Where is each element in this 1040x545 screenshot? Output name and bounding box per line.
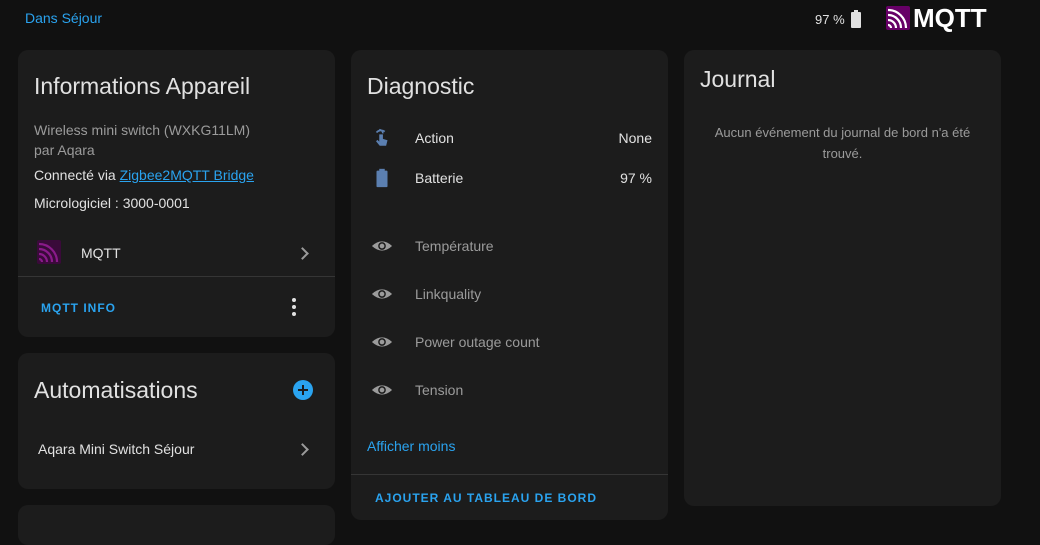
entity-row-linkquality[interactable]: Linkquality [351,279,668,309]
plus-circle-icon[interactable] [293,380,313,400]
diagnostic-card: Diagnostic Action None Batterie 97 % Tem… [351,50,668,520]
mqtt-icon [37,240,61,264]
chevron-right-icon [296,247,309,260]
device-model-name: Wireless mini switch (WXKG11LM) [34,122,250,138]
battery-level-text: 97 % [815,11,845,27]
integration-row-mqtt[interactable]: MQTT [18,230,335,277]
bridge-link[interactable]: Zigbee2MQTT Bridge [120,167,254,183]
mqtt-logo: MQTT [886,4,987,32]
integration-label: MQTT [81,245,121,261]
entity-label: Batterie [415,170,464,186]
connected-via-label: Connecté via [34,167,120,183]
battery-icon [376,168,388,188]
logbook-card: Journal Aucun événement du journal de bo… [684,50,1001,506]
device-info-card: Informations Appareil Wireless mini swit… [18,50,335,337]
entity-label: Tension [415,382,464,398]
entity-row-temperature[interactable]: Température [351,231,668,261]
entity-label: Température [415,238,494,254]
automations-card: Automatisations Aqara Mini Switch Séjour [18,353,335,489]
entity-row-power-outage[interactable]: Power outage count [351,327,668,357]
chevron-right-icon[interactable] [296,443,309,456]
entity-value: 97 % [620,170,652,186]
eye-icon [371,289,393,299]
eye-icon [371,337,393,347]
entity-label: Power outage count [415,334,540,350]
divider [351,474,668,475]
entity-row-tension[interactable]: Tension [351,375,668,405]
dots-vertical-icon[interactable] [292,298,296,316]
show-less-link[interactable]: Afficher moins [367,438,455,454]
battery-icon [850,10,861,28]
automations-title: Automatisations [34,377,198,403]
device-manufacturer: par Aqara [34,142,95,158]
automation-item[interactable]: Aqara Mini Switch Séjour [38,441,194,457]
entity-label: Linkquality [415,286,482,302]
next-card [18,505,335,545]
connected-via: Connecté via Zigbee2MQTT Bridge [34,167,254,183]
entity-value: None [618,130,652,146]
eye-icon [371,241,393,251]
top-bar: Dans Séjour 97 % MQTT [0,0,1040,36]
entity-label: Action [415,130,454,146]
device-model: Wireless mini switch (WXKG11LM) par Aqar… [34,120,250,160]
diagnostic-title: Diagnostic [367,73,475,99]
add-to-dashboard-button[interactable]: AJOUTER AU TABLEAU DE BORD [375,491,597,505]
logbook-title: Journal [700,66,776,92]
logbook-empty-message: Aucun événement du journal de bord n'a é… [714,125,971,161]
eye-icon [371,385,393,395]
entity-row-battery[interactable]: Batterie 97 % [351,163,668,193]
entity-row-action[interactable]: Action None [351,123,668,153]
gesture-tap-icon [375,128,388,146]
device-info-title: Informations Appareil [34,73,251,99]
mqtt-icon [886,6,910,30]
firmware-version: Micrologiciel : 3000-0001 [34,195,190,211]
mqtt-logo-text: MQTT [913,3,987,33]
area-link[interactable]: Dans Séjour [25,10,102,26]
mqtt-info-button[interactable]: MQTT INFO [41,301,116,315]
battery-status: 97 % [815,10,861,28]
